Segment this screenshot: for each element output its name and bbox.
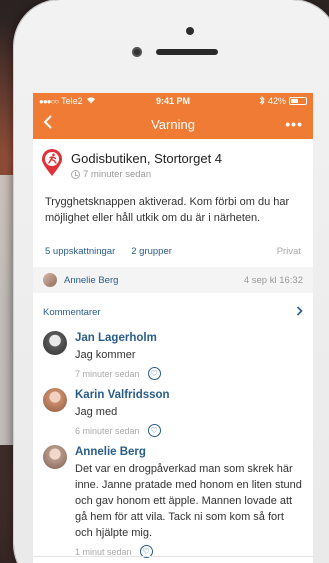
page-title: Varning	[151, 116, 195, 132]
status-time: 9:41 PM	[155, 96, 190, 106]
comment-time: 6 minuter sedan	[75, 425, 140, 436]
app-screen: ●●●○○ Tele2 9:41 PM 42% Varning ••• Godi…	[33, 93, 313, 563]
comment-author[interactable]: Annelie Berg	[75, 446, 303, 458]
author-row[interactable]: Annelie Berg 4 sep kl 16:32	[33, 267, 313, 293]
comment-time: 7 minuter sedan	[75, 368, 140, 379]
alert-meta-row: 5 uppskattningar 2 grupper Privat	[33, 246, 313, 257]
status-bar: ●●●○○ Tele2 9:41 PM 42%	[33, 93, 313, 109]
comments-title: Kommentarer	[43, 306, 101, 318]
comment-item: Karin Valfridsson Jag med 6 minuter seda…	[33, 380, 313, 437]
comment-body: Annelie Berg Det var en drogpåverkad man…	[75, 445, 303, 558]
comment-item: Annelie Berg Det var en drogpåverkad man…	[33, 437, 313, 558]
comments-header[interactable]: Kommentarer	[33, 301, 313, 323]
like-button[interactable]: ♡	[147, 424, 161, 437]
like-button[interactable]: ♡	[147, 367, 161, 380]
comment-footer: 7 minuter sedan ♡	[75, 367, 161, 380]
avatar[interactable]	[43, 445, 67, 469]
front-camera	[132, 47, 142, 57]
comment-text: Jag kommer	[75, 349, 136, 361]
comment-time: 1 minut sedan	[75, 546, 132, 557]
comment-footer: 6 minuter sedan ♡	[75, 424, 170, 437]
comment-text: Det var en drogpåverkad man som skrek hä…	[75, 463, 302, 539]
comment-author[interactable]: Jan Lagerholm	[75, 332, 161, 344]
nav-bar: Varning •••	[33, 109, 313, 139]
proximity-sensor	[186, 27, 194, 35]
comment-body: Karin Valfridsson Jag med 6 minuter seda…	[75, 388, 170, 437]
alert-heading: Godisbutiken, Stortorget 4 7 minuter sed…	[71, 149, 222, 180]
clock-icon	[71, 170, 80, 179]
divider	[33, 556, 313, 557]
chevron-right-icon[interactable]	[296, 305, 303, 319]
alert-time: 7 minuter sedan	[71, 169, 222, 180]
author-avatar	[43, 273, 57, 287]
comment-item: Jan Lagerholm Jag kommer 7 minuter sedan…	[33, 323, 313, 380]
avatar[interactable]	[43, 388, 67, 412]
alert-header: Godisbutiken, Stortorget 4 7 minuter sed…	[33, 139, 313, 180]
more-options-button[interactable]: •••	[285, 116, 303, 132]
battery-icon	[289, 97, 307, 105]
author-date: 4 sep kl 16:32	[243, 274, 303, 286]
acknowledgements-link[interactable]: 5 uppskattningar	[45, 246, 115, 257]
groups-link[interactable]: 2 grupper	[131, 246, 172, 257]
comment-body: Jan Lagerholm Jag kommer 7 minuter sedan…	[75, 331, 161, 380]
alert-title: Godisbutiken, Stortorget 4	[71, 151, 223, 166]
earpiece-speaker	[156, 49, 218, 55]
comment-author[interactable]: Karin Valfridsson	[75, 389, 170, 401]
visibility-label: Privat	[276, 246, 301, 257]
alarm-pin-icon	[41, 149, 63, 177]
back-button[interactable]	[43, 114, 63, 134]
alert-time-label: 7 minuter sedan	[83, 169, 152, 180]
avatar[interactable]	[43, 331, 67, 355]
author-name[interactable]: Annelie Berg	[64, 275, 118, 286]
alert-description: Trygghetsknappen aktiverad. Kom förbi om…	[45, 196, 290, 224]
comment-text: Jag med	[75, 406, 118, 418]
